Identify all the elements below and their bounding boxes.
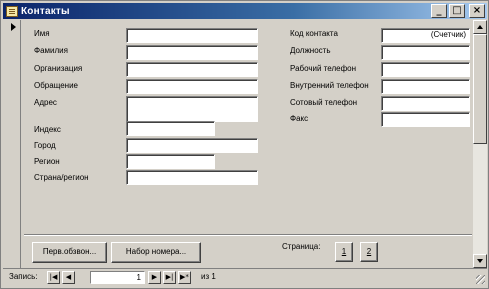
last-name-label: Фамилия [34,46,68,55]
scroll-down-button[interactable] [473,254,487,268]
window-title: Контакты [21,5,70,17]
form-client-area: Имя Фамилия Организация Обращение Адрес … [3,20,487,268]
region-label: Регион [34,157,60,166]
window-controls: _ □ × [429,4,485,18]
work-phone-label: Рабочий телефон [290,64,357,73]
record-count: из 1 [201,272,216,281]
address-label: Адрес [34,98,57,107]
page-label: Страница: [282,242,321,251]
extension-field[interactable] [381,79,470,94]
record-navigation-bar: Запись: |◀ ◀ 1 ▶ ▶| ▶* из 1 [3,268,487,286]
country-region-field[interactable] [126,170,258,185]
fax-label: Факс [290,114,309,123]
minimize-button[interactable]: _ [431,4,447,18]
mobile-phone-field[interactable] [381,96,470,111]
city-field[interactable] [126,138,258,153]
next-record-icon[interactable]: ▶ [148,271,161,284]
region-field[interactable] [126,154,215,169]
city-label: Город [34,141,56,150]
record-selector[interactable] [7,20,21,268]
first-name-label: Имя [34,29,50,38]
country-region-label: Страна/регион [34,173,89,182]
scroll-thumb[interactable] [473,34,487,144]
first-record-icon[interactable]: |◀ [47,271,60,284]
contact-id-field[interactable]: (Счетчик) [381,28,470,43]
title-bar[interactable]: Контакты _ □ × [3,3,487,19]
work-phone-field[interactable] [381,62,470,77]
prev-record-icon[interactable]: ◀ [62,271,75,284]
last-name-field[interactable] [126,45,258,60]
resize-grip-icon[interactable] [473,272,487,286]
scroll-up-button[interactable] [473,20,487,34]
mobile-phone-label: Сотовый телефон [290,98,358,107]
postal-code-field[interactable] [126,121,215,136]
postal-code-label: Индекс [34,125,61,134]
fax-field[interactable] [381,112,470,127]
organization-label: Организация [34,64,83,73]
first-name-field[interactable] [126,28,258,43]
record-number-input[interactable]: 1 [90,271,145,284]
contact-id-label: Код контакта [290,29,338,38]
address-field[interactable] [126,96,258,122]
job-title-label: Должность [290,46,331,55]
organization-field[interactable] [126,62,258,77]
form-detail-section: Имя Фамилия Организация Обращение Адрес … [22,20,470,234]
quick-dial-button[interactable]: Набор номера... [111,242,201,263]
close-button[interactable]: × [469,4,485,18]
new-record-icon[interactable]: ▶* [178,271,191,284]
extension-label: Внутренний телефон [290,81,369,90]
maximize-button[interactable]: □ [449,4,465,18]
page-2-button[interactable]: 2 [360,242,378,262]
vertical-scrollbar[interactable] [473,20,487,268]
record-label: Запись: [9,272,38,281]
last-record-icon[interactable]: ▶| [163,271,176,284]
scroll-down-arrow-icon [477,259,483,263]
salutation-label: Обращение [34,81,78,90]
salutation-field[interactable] [126,79,258,94]
scroll-up-arrow-icon [477,25,483,29]
job-title-field[interactable] [381,45,470,60]
page-1-button[interactable]: 1 [335,242,353,262]
contacts-form-window: Контакты _ □ × Имя Фамилия Организация О… [0,0,489,289]
first-call-button[interactable]: Перв.обзвон... [32,242,107,263]
current-record-arrow-icon [11,23,16,31]
form-footer-divider [24,234,472,236]
form-icon [6,5,18,17]
